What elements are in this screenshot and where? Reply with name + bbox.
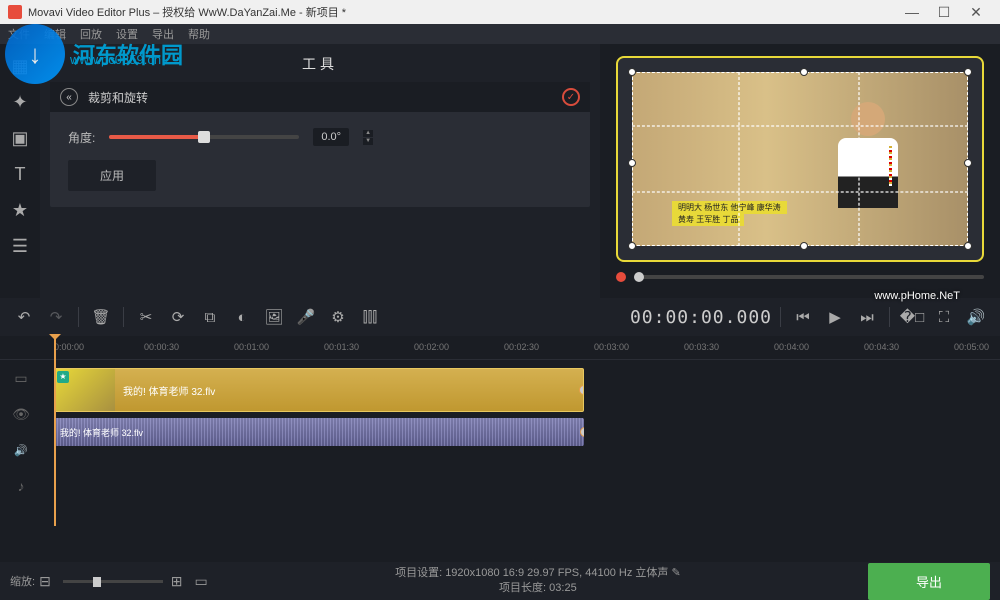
crop-handle-n[interactable] <box>800 68 808 76</box>
undo-button[interactable]: ↶ <box>10 303 38 331</box>
back-button[interactable]: « <box>60 88 78 106</box>
image-button[interactable]: 🖼 <box>260 303 288 331</box>
volume-button[interactable]: 🔊 <box>962 303 990 331</box>
timecode-display: 00:00:00.000 <box>630 307 772 328</box>
titlebar: Movavi Video Editor Plus – 授权给 WwW.DaYan… <box>0 0 1000 24</box>
crop-rotate-section: « 裁剪和旋转 ✓ 角度: 0.0° ▲ ▼ 应用 <box>50 82 590 207</box>
color-button[interactable]: ◐ <box>228 303 256 331</box>
preview-panel: 明明大 杨世东 他宁峰 康华涛 黄寿 王军胜 丁品 www.pHome.NeT <box>600 44 1000 298</box>
close-button[interactable]: ✕ <box>960 4 992 21</box>
prev-frame-button[interactable]: ⏮ <box>789 303 817 331</box>
audio-clip-label: 我的! 体育老师 32.flv <box>54 426 143 439</box>
redo-button[interactable]: ↷ <box>42 303 70 331</box>
angle-label: 角度: <box>68 129 95 146</box>
project-settings-text: 项目设置: 1920x1080 16:9 29.97 FPS, 44100 Hz… <box>395 567 668 579</box>
detach-button[interactable]: �□ <box>898 303 926 331</box>
rotate-button[interactable]: ⟳ <box>164 303 192 331</box>
menu-help[interactable]: 帮助 <box>188 26 210 42</box>
fullscreen-button[interactable]: ⛶ <box>930 303 958 331</box>
crop-handle-e[interactable] <box>964 159 972 167</box>
crop-handle-se[interactable] <box>964 242 972 250</box>
cut-button[interactable]: ✂ <box>132 303 160 331</box>
transitions-icon[interactable]: ▣ <box>4 122 36 154</box>
crop-rotate-label: 裁剪和旋转 <box>88 89 148 106</box>
maximize-button[interactable]: ☐ <box>928 4 960 21</box>
play-button[interactable]: ▶ <box>821 303 849 331</box>
titles-icon[interactable]: T <box>4 158 36 190</box>
equalizer-button[interactable]: ⫿⫿⫿ <box>356 303 384 331</box>
audio-end-handle[interactable] <box>580 427 584 437</box>
zoom-in-icon[interactable]: ⊞ <box>171 573 183 590</box>
angle-up-button[interactable]: ▲ <box>363 130 373 137</box>
delete-button[interactable]: 🗑 <box>87 303 115 331</box>
preview-canvas[interactable]: 明明大 杨世东 他宁峰 康华涛 黄寿 王军胜 丁品 <box>616 56 984 262</box>
project-length-text: 项目长度: 03:25 <box>395 581 681 596</box>
stickers-icon[interactable]: ★ <box>4 194 36 226</box>
edit-settings-icon[interactable]: ✎ <box>671 567 680 579</box>
minimize-button[interactable]: — <box>896 4 928 20</box>
angle-slider[interactable] <box>109 135 299 139</box>
clip-thumbnail <box>55 369 115 411</box>
mic-button[interactable]: 🎤 <box>292 303 320 331</box>
app-icon <box>8 5 22 19</box>
crop-handle-sw[interactable] <box>628 242 636 250</box>
phome-watermark: www.pHome.NeT <box>874 290 960 302</box>
music-track-icon[interactable]: ♪ <box>6 468 36 504</box>
crop-handle-s[interactable] <box>800 242 808 250</box>
settings-button[interactable]: ⚙ <box>324 303 352 331</box>
clip-end-handle[interactable] <box>579 385 584 395</box>
timeline-toolbar: ↶ ↷ 🗑 ✂ ⟳ ⧉ ◐ 🖼 🎤 ⚙ ⫿⫿⫿ 00:00:00.000 ⏮ ▶… <box>0 298 1000 336</box>
apply-button[interactable]: 应用 <box>68 160 156 191</box>
angle-value: 0.0° <box>313 128 349 146</box>
video-clip-label: 我的! 体育老师 32.flv <box>115 383 215 398</box>
playhead[interactable] <box>54 336 56 526</box>
timeline-tracks[interactable]: ▭ 👁 🔊 ♪ 我的! 体育老师 32.flv 我的! 体育老师 32.flv <box>0 360 1000 510</box>
crop-handle-ne[interactable] <box>964 68 972 76</box>
zoom-out-icon[interactable]: ⊟ <box>39 573 51 590</box>
window-title: Movavi Video Editor Plus – 授权给 WwW.DaYan… <box>28 4 346 20</box>
visibility-icon[interactable]: 👁 <box>6 396 36 432</box>
video-clip[interactable]: 我的! 体育老师 32.flv <box>54 368 584 412</box>
crop-handle-w[interactable] <box>628 159 636 167</box>
statusbar: 缩放: ⊟ ⊞ ▭ 项目设置: 1920x1080 16:9 29.97 FPS… <box>0 562 1000 600</box>
fit-timeline-icon[interactable]: ▭ <box>195 573 208 590</box>
crop-handle-nw[interactable] <box>628 68 636 76</box>
next-frame-button[interactable]: ⏭ <box>853 303 881 331</box>
audio-clip[interactable]: 我的! 体育老师 32.flv <box>54 418 584 446</box>
zoom-label: 缩放: <box>10 573 35 589</box>
filters-icon[interactable]: ✦ <box>4 86 36 118</box>
crop-button[interactable]: ⧉ <box>196 303 224 331</box>
watermark-url: www.pc0359.cn <box>70 52 161 67</box>
timeline-ruler[interactable]: 0:00:00 00:00:30 00:01:00 00:01:30 00:02… <box>0 336 1000 360</box>
zoom-slider[interactable] <box>63 580 163 583</box>
angle-down-button[interactable]: ▼ <box>363 138 373 145</box>
preview-seekbar[interactable] <box>616 272 984 282</box>
video-track-icon[interactable]: ▭ <box>6 360 36 396</box>
export-button[interactable]: 导出 <box>868 563 990 600</box>
more-icon[interactable]: ☰ <box>4 230 36 262</box>
record-indicator-icon <box>616 272 626 282</box>
audio-track-icon[interactable]: 🔊 <box>6 432 36 468</box>
confirm-button[interactable]: ✓ <box>562 88 580 106</box>
